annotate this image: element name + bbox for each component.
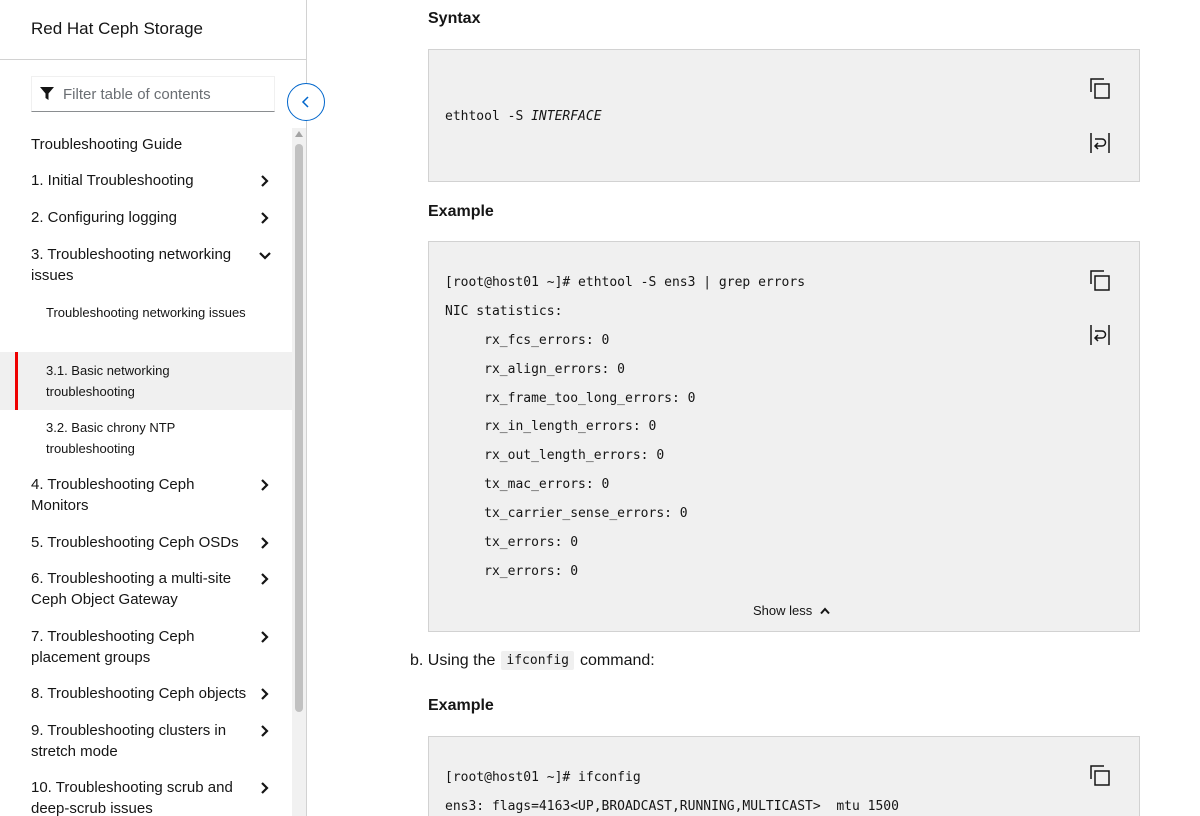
syntax-code-block: ethtool -S INTERFACE: [428, 49, 1140, 182]
toc-item-troubleshooting-guide[interactable]: Troubleshooting Guide: [0, 134, 292, 158]
toc-item-placement-groups[interactable]: 7. Troubleshooting Ceph placement groups: [0, 626, 292, 670]
toc-subitem-label: 3.1. Basic networking troubleshooting: [46, 363, 170, 399]
copy-icon: [1090, 270, 1110, 291]
toc-item-ceph-monitors[interactable]: 4. Troubleshooting Ceph Monitors: [0, 474, 292, 518]
example-code-block-ifconfig: [root@host01 ~]# ifconfig ens3: flags=41…: [428, 736, 1140, 816]
toc-scrollbar[interactable]: [292, 128, 306, 816]
code-line: rx_out_length_errors: 0: [445, 448, 665, 463]
toc-item-label: 7. Troubleshooting Ceph placement groups: [31, 628, 195, 666]
toc-subitem-chrony-ntp[interactable]: 3.2. Basic chrony NTP troubleshooting: [0, 417, 292, 461]
chevron-up-icon: [820, 606, 830, 614]
toc-item-configuring-logging[interactable]: 2. Configuring logging: [0, 207, 292, 231]
code-line: NIC statistics:: [445, 304, 563, 319]
code-line: [root@host01 ~]# ifconfig: [445, 770, 641, 785]
toc-item-networking-issues[interactable]: 3. Troubleshooting networking issues: [0, 244, 292, 288]
chevron-right-icon[interactable]: [258, 572, 272, 586]
example-heading-2: Example: [428, 697, 494, 714]
code-line: rx_in_length_errors: 0: [445, 419, 657, 434]
wrap-toggle-button[interactable]: [1086, 321, 1114, 349]
example-heading-1: Example: [428, 203, 494, 220]
toc-item-label: 1. Initial Troubleshooting: [31, 172, 194, 189]
show-less-button[interactable]: Show less: [753, 603, 830, 618]
toc-item-label: 6. Troubleshooting a multi-site Ceph Obj…: [31, 570, 232, 608]
chevron-right-icon[interactable]: [258, 781, 272, 795]
chevron-right-icon[interactable]: [258, 687, 272, 701]
toc-item-label: 8. Troubleshooting Ceph objects: [31, 685, 247, 702]
code-line: rx_fcs_errors: 0: [445, 333, 610, 348]
toc-sidebar: Red Hat Ceph Storage Troubleshooting Gui…: [0, 0, 307, 816]
product-title[interactable]: Red Hat Ceph Storage: [31, 19, 203, 39]
copy-icon: [1090, 765, 1110, 786]
toc-item-ceph-osds[interactable]: 5. Troubleshooting Ceph OSDs: [0, 532, 292, 556]
toc-item-label: 10. Troubleshooting scrub and deep-scrub…: [31, 779, 233, 816]
sidebar-divider: [0, 59, 306, 60]
scroll-up-arrow-icon[interactable]: [295, 131, 303, 137]
wrap-toggle-button[interactable]: [1086, 129, 1114, 157]
toc-item-label: 4. Troubleshooting Ceph Monitors: [31, 476, 195, 514]
toc-filter-input[interactable]: [63, 85, 263, 103]
chevron-down-icon[interactable]: [258, 249, 272, 263]
step-b-prefix: b. Using the: [410, 651, 496, 669]
toc-item-ceph-objects[interactable]: 8. Troubleshooting Ceph objects: [0, 683, 292, 707]
copy-button[interactable]: [1086, 762, 1114, 790]
chevron-right-icon[interactable]: [258, 630, 272, 644]
toc-subitem-networking-issues[interactable]: Troubleshooting networking issues: [0, 302, 292, 346]
step-b-paragraph: b. Using the ifconfig command:: [410, 651, 655, 670]
step-b-suffix: command:: [580, 651, 655, 669]
toc-item-scrub[interactable]: 10. Troubleshooting scrub and deep-scrub…: [0, 777, 292, 816]
collapse-sidebar-button[interactable]: [287, 83, 325, 121]
toc-item-label: 2. Configuring logging: [31, 209, 177, 226]
toc-item-multisite-gateway[interactable]: 6. Troubleshooting a multi-site Ceph Obj…: [0, 568, 292, 612]
show-less-label: Show less: [753, 603, 813, 618]
chevron-right-icon[interactable]: [258, 211, 272, 225]
inline-code-ifconfig: ifconfig: [501, 651, 575, 670]
chevron-right-icon[interactable]: [258, 174, 272, 188]
code-line: rx_errors: 0: [445, 564, 579, 579]
toc-item-label: 3. Troubleshooting networking issues: [31, 246, 232, 284]
code-line: ens3: flags=4163<UP,BROADCAST,RUNNING,MU…: [445, 799, 899, 814]
copy-button[interactable]: [1086, 267, 1114, 295]
code-line: tx_mac_errors: 0: [445, 477, 610, 492]
copy-button[interactable]: [1086, 75, 1114, 103]
toc-item-stretch-mode[interactable]: 9. Troubleshooting clusters in stretch m…: [0, 720, 292, 764]
code-line: rx_frame_too_long_errors: 0: [445, 391, 696, 406]
scrollbar-thumb[interactable]: [295, 144, 303, 712]
toc-filter[interactable]: [31, 76, 275, 112]
syntax-code-line: ethtool -S INTERFACE: [445, 109, 602, 124]
toc-subitem-label: Troubleshooting networking issues: [46, 305, 246, 320]
toc-subitem-basic-networking[interactable]: 3.1. Basic networking troubleshooting: [0, 352, 292, 410]
toc-item-label: Troubleshooting Guide: [31, 136, 183, 153]
syntax-heading: Syntax: [428, 10, 481, 27]
toc-item-initial-troubleshooting[interactable]: 1. Initial Troubleshooting: [0, 170, 292, 194]
code-line: tx_errors: 0: [445, 535, 579, 550]
chevron-right-icon[interactable]: [258, 478, 272, 492]
toc-item-label: 5. Troubleshooting Ceph OSDs: [31, 534, 239, 551]
code-line: [root@host01 ~]# ethtool -S ens3 | grep …: [445, 275, 806, 290]
chevron-left-icon: [301, 96, 309, 108]
toc-subitem-label: 3.2. Basic chrony NTP troubleshooting: [46, 420, 176, 456]
code-line: tx_carrier_sense_errors: 0: [445, 506, 688, 521]
wrap-text-icon: [1090, 325, 1110, 345]
chevron-right-icon[interactable]: [258, 536, 272, 550]
wrap-text-icon: [1090, 133, 1110, 153]
toc-item-label: 9. Troubleshooting clusters in stretch m…: [31, 722, 227, 760]
copy-icon: [1090, 78, 1110, 99]
filter-icon: [40, 87, 54, 100]
chevron-right-icon[interactable]: [258, 724, 272, 738]
code-line: rx_align_errors: 0: [445, 362, 626, 377]
example-code-block-ethtool: [root@host01 ~]# ethtool -S ens3 | grep …: [428, 241, 1140, 632]
